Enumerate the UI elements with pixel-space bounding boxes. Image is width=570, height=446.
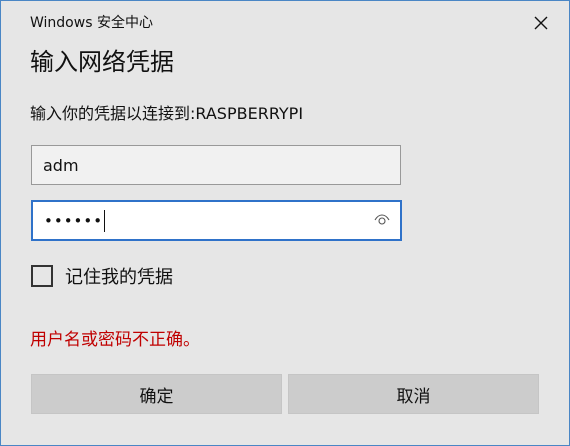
connection-prompt: 输入你的凭据以连接到:RASPBERRYPI — [30, 104, 304, 123]
error-message: 用户名或密码不正确。 — [30, 330, 200, 350]
remember-label: 记住我的凭据 — [65, 267, 173, 288]
close-icon — [534, 16, 548, 30]
ok-button[interactable]: 确定 — [31, 374, 282, 414]
username-value: adm — [43, 155, 79, 175]
password-field[interactable]: •••••• — [31, 200, 402, 241]
password-value: •••••• — [44, 211, 104, 230]
cancel-button[interactable]: 取消 — [288, 374, 539, 414]
eye-icon[interactable] — [374, 214, 390, 226]
title-bar: Windows 安全中心 — [1, 1, 569, 41]
text-caret — [104, 209, 106, 232]
remember-checkbox[interactable] — [31, 265, 53, 287]
dialog-title: 输入网络凭据 — [30, 48, 174, 76]
credential-dialog: Windows 安全中心 输入网络凭据 输入你的凭据以连接到:RASPBERRY… — [0, 0, 570, 446]
remember-credentials-row[interactable]: 记住我的凭据 — [31, 262, 173, 290]
username-field[interactable]: adm — [31, 145, 401, 185]
close-button[interactable] — [523, 9, 559, 37]
window-title: Windows 安全中心 — [30, 15, 153, 31]
